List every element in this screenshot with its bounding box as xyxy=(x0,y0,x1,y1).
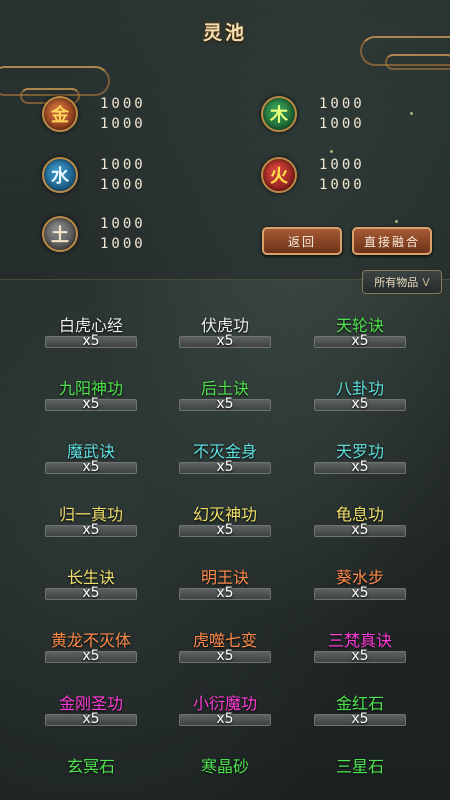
resource-value: 1000 xyxy=(100,177,146,193)
item-cell[interactable]: 魔武诀 x5 xyxy=(31,442,151,475)
item-count: x5 xyxy=(82,585,100,601)
item-cell[interactable]: 玄冥石 xyxy=(31,757,151,777)
sparkle xyxy=(395,220,398,223)
item-count: x5 xyxy=(351,522,369,538)
back-button[interactable]: 返回 xyxy=(262,227,342,255)
item-count-bar: x5 xyxy=(45,648,137,664)
item-count: x5 xyxy=(82,711,100,727)
item-filter-dropdown[interactable]: 所有物品 V xyxy=(362,270,442,294)
gold-element-icon: 金 xyxy=(42,96,78,132)
sparkle xyxy=(330,150,333,153)
direct-fuse-button[interactable]: 直接融合 xyxy=(352,227,432,255)
earth-element-icon: 土 xyxy=(42,216,78,252)
item-count: x5 xyxy=(216,522,234,538)
item-count: x5 xyxy=(351,585,369,601)
item-cell[interactable]: 寒晶砂 xyxy=(165,757,285,777)
item-count: x5 xyxy=(351,396,369,412)
item-count: x5 xyxy=(82,648,100,664)
item-cell[interactable]: 金红石 x5 xyxy=(300,694,420,727)
chevron-down-icon: V xyxy=(422,275,430,289)
resource-value: 1000 xyxy=(319,177,365,193)
item-cell[interactable]: 龟息功 x5 xyxy=(300,505,420,538)
item-cell[interactable]: 归一真功 x5 xyxy=(31,505,151,538)
item-count-bar: x5 xyxy=(45,459,137,475)
item-count: x5 xyxy=(351,711,369,727)
resource-value: 1000 xyxy=(100,116,146,132)
resource-value: 1000 xyxy=(319,96,365,112)
item-cell[interactable]: 白虎心经 x5 xyxy=(31,316,151,349)
item-count-bar: x5 xyxy=(45,396,137,412)
item-cell[interactable]: 明王诀 x5 xyxy=(165,568,285,601)
item-cell[interactable]: 八卦功 x5 xyxy=(300,379,420,412)
item-count-bar: x5 xyxy=(179,522,271,538)
item-count-bar: x5 xyxy=(45,333,137,349)
resource-value: 1000 xyxy=(100,236,146,252)
resource-gold: 金 1000 1000 xyxy=(42,96,146,132)
item-count: x5 xyxy=(216,459,234,475)
item-count: x5 xyxy=(216,711,234,727)
item-cell[interactable]: 小衍魔功 x5 xyxy=(165,694,285,727)
item-count: x5 xyxy=(82,333,100,349)
item-count-bar: x5 xyxy=(179,396,271,412)
item-count-bar: x5 xyxy=(314,333,406,349)
item-cell[interactable]: 天轮诀 x5 xyxy=(300,316,420,349)
item-count: x5 xyxy=(82,396,100,412)
item-cell[interactable]: 金刚圣功 x5 xyxy=(31,694,151,727)
item-count-bar: x5 xyxy=(179,585,271,601)
resource-fire: 火 1000 1000 xyxy=(261,157,365,193)
page-title: 灵池 xyxy=(202,22,247,44)
item-name: 玄冥石 xyxy=(66,757,115,776)
item-cell[interactable]: 天罗功 x5 xyxy=(300,442,420,475)
item-count: x5 xyxy=(82,522,100,538)
wood-element-icon: 木 xyxy=(261,96,297,132)
item-count: x5 xyxy=(351,333,369,349)
resource-value: 1000 xyxy=(100,96,146,112)
item-count: x5 xyxy=(351,648,369,664)
resource-value: 1000 xyxy=(100,157,146,173)
item-count: x5 xyxy=(216,585,234,601)
item-count-bar: x5 xyxy=(179,711,271,727)
item-count-bar: x5 xyxy=(179,648,271,664)
item-count-bar: x5 xyxy=(314,711,406,727)
item-cell[interactable]: 黄龙不灭体 x5 xyxy=(31,631,151,664)
fire-element-icon: 火 xyxy=(261,157,297,193)
water-element-icon: 水 xyxy=(42,157,78,193)
item-count-bar: x5 xyxy=(314,585,406,601)
item-count-bar: x5 xyxy=(179,333,271,349)
item-name: 寒晶砂 xyxy=(200,757,249,776)
cloud-decoration-right-small xyxy=(385,54,450,70)
item-count-bar: x5 xyxy=(45,585,137,601)
item-count-bar: x5 xyxy=(314,459,406,475)
item-count: x5 xyxy=(82,459,100,475)
item-count: x5 xyxy=(216,333,234,349)
resource-value: 1000 xyxy=(100,216,146,232)
item-name: 三星石 xyxy=(335,757,384,776)
item-cell[interactable]: 不灭金身 x5 xyxy=(165,442,285,475)
item-cell[interactable]: 伏虎功 x5 xyxy=(165,316,285,349)
resource-earth: 土 1000 1000 xyxy=(42,216,146,252)
item-count: x5 xyxy=(216,396,234,412)
item-count: x5 xyxy=(216,648,234,664)
item-cell[interactable]: 幻灭神功 x5 xyxy=(165,505,285,538)
item-count-bar: x5 xyxy=(45,522,137,538)
item-count-bar: x5 xyxy=(45,711,137,727)
item-cell[interactable]: 葵水步 x5 xyxy=(300,568,420,601)
resource-value: 1000 xyxy=(319,157,365,173)
item-cell[interactable]: 后土诀 x5 xyxy=(165,379,285,412)
resource-wood: 木 1000 1000 xyxy=(261,96,365,132)
item-cell[interactable]: 九阳神功 x5 xyxy=(31,379,151,412)
item-cell[interactable]: 三星石 xyxy=(300,757,420,777)
item-count-bar: x5 xyxy=(314,522,406,538)
item-count-bar: x5 xyxy=(179,459,271,475)
item-count-bar: x5 xyxy=(314,648,406,664)
item-cell[interactable]: 三梵真诀 x5 xyxy=(300,631,420,664)
sparkle xyxy=(410,112,413,115)
item-cell[interactable]: 虎噬七变 x5 xyxy=(165,631,285,664)
resource-value: 1000 xyxy=(319,116,365,132)
item-count-bar: x5 xyxy=(314,396,406,412)
item-count: x5 xyxy=(351,459,369,475)
item-cell[interactable]: 长生诀 x5 xyxy=(31,568,151,601)
filter-label: 所有物品 xyxy=(374,276,419,289)
resource-water: 水 1000 1000 xyxy=(42,157,146,193)
